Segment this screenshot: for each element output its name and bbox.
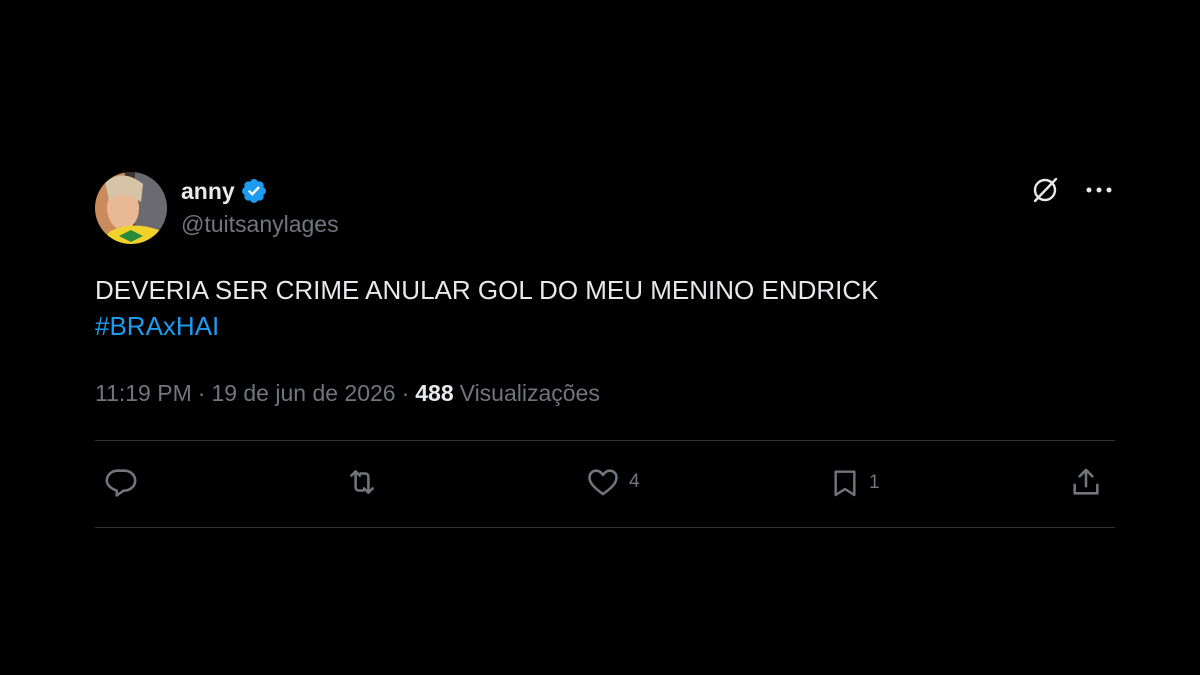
more-options-icon[interactable] [1083, 174, 1115, 206]
retweet-icon [350, 470, 374, 494]
author-names: anny @tuitsanylages [181, 176, 339, 238]
reply-button[interactable] [103, 465, 147, 499]
reply-icon [105, 469, 137, 497]
tweet-time[interactable]: 11:19 PM [95, 380, 192, 407]
divider [95, 527, 1115, 528]
bookmark-count: 1 [869, 472, 880, 493]
verified-badge-icon [240, 177, 268, 205]
views-label: Visualizações [459, 379, 600, 406]
like-button[interactable]: 4 [585, 465, 640, 499]
tweet: anny @tuitsanylages DEVERIA SER CRIME AN… [95, 170, 1115, 528]
tweet-header: anny @tuitsanylages [95, 170, 1115, 246]
views-count: 488 [415, 379, 454, 406]
heart-icon [588, 469, 618, 496]
share-button[interactable] [1069, 465, 1103, 499]
author-handle[interactable]: @tuitsanylages [181, 211, 339, 238]
meta-separator: · [197, 379, 206, 406]
top-icons [1029, 174, 1115, 206]
avatar-image [95, 172, 167, 244]
hashtag-link[interactable]: #BRAxHAI [95, 308, 219, 344]
action-bar: 4 1 [95, 441, 1115, 527]
tweet-body: DEVERIA SER CRIME ANULAR GOL DO MEU MENI… [95, 275, 879, 305]
meta-separator: · [401, 379, 410, 406]
tweet-date[interactable]: 19 de jun de 2026 [211, 380, 395, 407]
tweet-text: DEVERIA SER CRIME ANULAR GOL DO MEU MENI… [95, 272, 1115, 344]
bookmark-button[interactable]: 1 [829, 465, 880, 501]
tweet-meta: 11:19 PM · 19 de jun de 2026 · 488 Visua… [95, 378, 1115, 408]
retweet-button[interactable] [343, 465, 389, 499]
avatar[interactable] [95, 172, 167, 244]
display-name[interactable]: anny [181, 178, 235, 205]
bookmark-icon [834, 470, 856, 497]
grok-icon[interactable] [1029, 174, 1061, 206]
like-count: 4 [629, 471, 640, 492]
share-icon [1073, 468, 1099, 495]
